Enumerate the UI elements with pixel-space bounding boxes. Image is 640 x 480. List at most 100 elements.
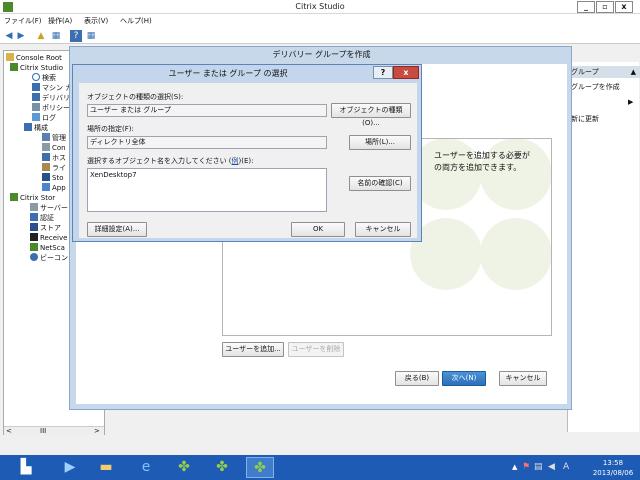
controller-icon xyxy=(42,143,50,151)
collapse-arrow-icon[interactable]: ▲ xyxy=(631,66,636,78)
wizard-info-text-2: の両方を追加できます。 xyxy=(434,163,522,172)
add-user-button[interactable]: ユーザーを追加... xyxy=(222,342,284,357)
group-icon xyxy=(32,93,40,101)
tree-item-search[interactable]: 検索 xyxy=(32,73,56,83)
tray-expand-icon[interactable]: ▲ xyxy=(512,463,517,471)
scroll-thumb[interactable]: III xyxy=(40,427,46,435)
menu-help[interactable]: ヘルプ(H) xyxy=(120,16,152,26)
configuration-icon xyxy=(24,123,32,131)
beacon-icon xyxy=(30,253,38,261)
menu-file[interactable]: ファイル(F) xyxy=(4,16,42,26)
tree-item-receiver[interactable]: Receive xyxy=(30,233,67,242)
tray-volume-icon[interactable]: ◀ xyxy=(548,462,555,472)
select-users-groups-dialog: ユーザー または グループ の選択 ? x オブジェクトの種類の選択(S): ユ… xyxy=(72,64,422,242)
next-button[interactable]: 次へ(N) xyxy=(442,371,486,386)
citrix-studio-active-task-icon[interactable]: ✤ xyxy=(246,457,274,478)
help-icon[interactable]: ? xyxy=(70,30,82,42)
tray-ime-icon[interactable]: A xyxy=(563,462,569,472)
action-refresh[interactable]: 新に更新 xyxy=(571,114,599,124)
hosting-icon xyxy=(42,153,50,161)
wizard-info-text-1: ユーザーを追加する必要が xyxy=(434,151,530,160)
scroll-right-arrow-icon[interactable]: > xyxy=(94,427,100,435)
ok-button[interactable]: OK xyxy=(291,222,345,237)
tree-item-stores[interactable]: ストア xyxy=(30,223,61,233)
dialog-title: ユーザー または グループ の選択 xyxy=(168,69,288,78)
internet-explorer-icon[interactable]: e xyxy=(132,457,160,478)
folder-up-icon[interactable]: ▲ xyxy=(35,30,47,42)
tree-item-citrix-studio[interactable]: Citrix Studio xyxy=(10,63,63,72)
file-explorer-icon[interactable]: ▬ xyxy=(92,457,120,478)
minimize-button[interactable]: _ xyxy=(577,1,595,13)
dialog-help-button[interactable]: ? xyxy=(373,66,393,79)
action-pane-header: グループ ▲ xyxy=(568,66,640,78)
taskbar: ▙ ▶ ▬ e ✤ ✤ ✤ ▲ ⚑ ▤ ◀ A 13:58 2013/08/06 xyxy=(0,455,640,480)
tree-item-configuration[interactable]: 構成 xyxy=(24,123,48,133)
close-window-button[interactable]: x xyxy=(615,1,633,13)
tree-item-beacons[interactable]: ビーコン xyxy=(30,253,68,263)
dialog-body: オブジェクトの種類の選択(S): ユーザー または グループ オブジェクトの種類… xyxy=(79,83,417,238)
tree-item-logging[interactable]: ログ xyxy=(32,113,56,123)
object-names-label: 選択するオブジェクト名を入力してください (例)(E): xyxy=(87,157,254,165)
admin-icon xyxy=(42,133,50,141)
citrix-studio-task-icon[interactable]: ✤ xyxy=(170,457,198,478)
show-hide-tree-icon[interactable]: ▦ xyxy=(50,30,62,42)
object-names-input[interactable]: XenDesktop7 xyxy=(87,168,327,212)
citrix-storefront-task-icon[interactable]: ✤ xyxy=(208,457,236,478)
back-arrow-icon[interactable]: ◀ xyxy=(3,30,15,42)
object-types-button[interactable]: オブジェクトの種類(O)... xyxy=(331,103,411,127)
tree-item-netscaler[interactable]: NetSca xyxy=(30,243,65,252)
maximize-button[interactable]: ▫ xyxy=(596,1,614,13)
machine-icon xyxy=(32,83,40,91)
menu-bar: ファイル(F) 操作(A) 表示(V) ヘルプ(H) xyxy=(0,14,640,28)
action-create-group[interactable]: グループを作成 xyxy=(571,82,620,92)
powershell-icon[interactable]: ▶ xyxy=(56,457,84,478)
tree-item-licensing[interactable]: ライ xyxy=(42,163,66,173)
submenu-arrow-icon[interactable]: ▶ xyxy=(628,98,633,106)
location-field: ディレクトリ全体 xyxy=(87,136,327,149)
store-icon xyxy=(30,223,38,231)
tray-network-icon[interactable]: ▤ xyxy=(534,462,543,472)
back-button[interactable]: 戻る(B) xyxy=(395,371,439,386)
locations-button[interactable]: 場所(L)... xyxy=(349,135,411,150)
tree-item-machine-catalogs[interactable]: マシン カ xyxy=(32,83,72,93)
object-type-label: オブジェクトの種類の選択(S): xyxy=(87,93,184,101)
tree-item-policies[interactable]: ポリシー xyxy=(32,103,70,113)
search-icon xyxy=(32,73,40,81)
tree-item-administrators[interactable]: 管理 xyxy=(42,133,66,143)
wizard-title: デリバリー グループを作成 xyxy=(272,50,371,59)
tree-item-console-root[interactable]: Console Root xyxy=(6,53,62,62)
authentication-icon xyxy=(30,213,38,221)
tray-flag-icon[interactable]: ⚑ xyxy=(522,462,530,472)
tree-item-hosting[interactable]: ホス xyxy=(42,153,66,163)
tree-item-authentication[interactable]: 認証 xyxy=(30,213,54,223)
wizard-cancel-button[interactable]: キャンセル xyxy=(499,371,547,386)
tree-item-server-group[interactable]: サーバー xyxy=(30,203,68,213)
log-icon xyxy=(32,113,40,121)
tree-item-controllers[interactable]: Con xyxy=(42,143,66,152)
action-pane: グループ ▲ グループを作成 ▶ 新に更新 xyxy=(567,62,640,432)
app-title: Citrix Studio xyxy=(295,2,345,11)
toolbar: ◀ ▶ ▲ ▦ ? ▦ xyxy=(0,28,640,44)
dialog-cancel-button[interactable]: キャンセル xyxy=(355,222,411,237)
clock-date[interactable]: 2013/08/06 xyxy=(588,469,638,477)
dialog-close-button[interactable]: x xyxy=(393,66,419,79)
action-pane-icon[interactable]: ▦ xyxy=(85,30,97,42)
check-names-button[interactable]: 名前の確認(C) xyxy=(349,176,411,191)
menu-view[interactable]: 表示(V) xyxy=(84,16,108,26)
forward-arrow-icon[interactable]: ▶ xyxy=(15,30,27,42)
tree-horizontal-scrollbar[interactable]: < III > xyxy=(4,426,104,435)
object-type-field: ユーザー または グループ xyxy=(87,104,327,117)
netscaler-icon xyxy=(30,243,38,251)
tree-item-citrix-storefront[interactable]: Citrix Stor xyxy=(10,193,55,202)
clock-time[interactable]: 13:58 xyxy=(588,459,638,467)
tree-item-appv[interactable]: App xyxy=(42,183,66,192)
remove-user-button[interactable]: ユーザーを削除 xyxy=(288,342,344,357)
receiver-icon xyxy=(30,233,38,241)
menu-action[interactable]: 操作(A) xyxy=(48,16,72,26)
advanced-button[interactable]: 詳細設定(A)... xyxy=(87,222,147,237)
license-icon xyxy=(42,163,50,171)
start-button-icon[interactable]: ▙ xyxy=(12,457,40,478)
scroll-left-arrow-icon[interactable]: < xyxy=(6,427,12,435)
tree-item-storefront[interactable]: Sto xyxy=(42,173,63,182)
examples-link[interactable]: 例 xyxy=(232,157,239,165)
